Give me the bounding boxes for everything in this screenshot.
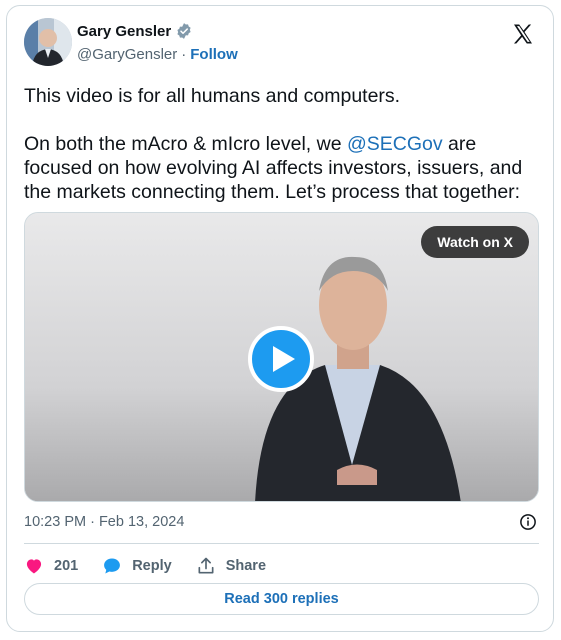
verified-badge-icon	[177, 23, 191, 39]
action-bar: 201 Reply Share	[24, 554, 290, 578]
author-name-row: Gary Gensler	[77, 22, 193, 40]
tweet-paragraph-2: On both the mAcro & mIcro level, we @SEC…	[24, 132, 539, 204]
read-replies-button[interactable]: Read 300 replies	[24, 583, 539, 615]
tweet-timestamp[interactable]: 10:23 PM · Feb 13, 2024	[24, 514, 184, 530]
share-button[interactable]: Share	[196, 556, 266, 576]
author-handle-row: @GaryGensler · Follow	[77, 46, 238, 63]
info-icon[interactable]	[519, 513, 537, 531]
play-triangle-icon	[273, 346, 295, 372]
reply-button[interactable]: Reply	[102, 556, 172, 576]
share-label: Share	[225, 558, 267, 574]
heart-icon	[26, 559, 42, 574]
timestamp-row: 10:23 PM · Feb 13, 2024	[24, 513, 539, 533]
like-count: 201	[54, 558, 79, 574]
separator-dot: ·	[181, 46, 187, 63]
tweet-text-before-mention: On both the mAcro & mIcro level, we	[24, 133, 347, 155]
video-player[interactable]: Watch on X	[24, 212, 539, 502]
divider	[24, 543, 539, 544]
watch-on-x-button[interactable]: Watch on X	[421, 226, 529, 258]
play-button-icon[interactable]	[248, 326, 314, 392]
like-button[interactable]: 201	[24, 556, 78, 576]
avatar[interactable]	[24, 18, 72, 66]
author-display-name[interactable]: Gary Gensler	[77, 23, 171, 40]
reply-label: Reply	[132, 558, 172, 574]
author-handle[interactable]: @GaryGensler	[77, 46, 177, 63]
mention-link[interactable]: @SECGov	[347, 133, 443, 155]
share-icon	[198, 557, 214, 574]
avatar-photo	[24, 18, 72, 66]
tweet-text: This video is for all humans and compute…	[24, 84, 539, 204]
tweet-line-1: This video is for all humans and compute…	[24, 85, 401, 107]
x-logo-icon[interactable]	[511, 22, 535, 46]
tweet-card: Gary Gensler @GaryGensler · Follow This vi…	[6, 5, 554, 632]
reply-bubble-icon	[104, 558, 121, 574]
follow-button[interactable]: Follow	[190, 46, 238, 63]
